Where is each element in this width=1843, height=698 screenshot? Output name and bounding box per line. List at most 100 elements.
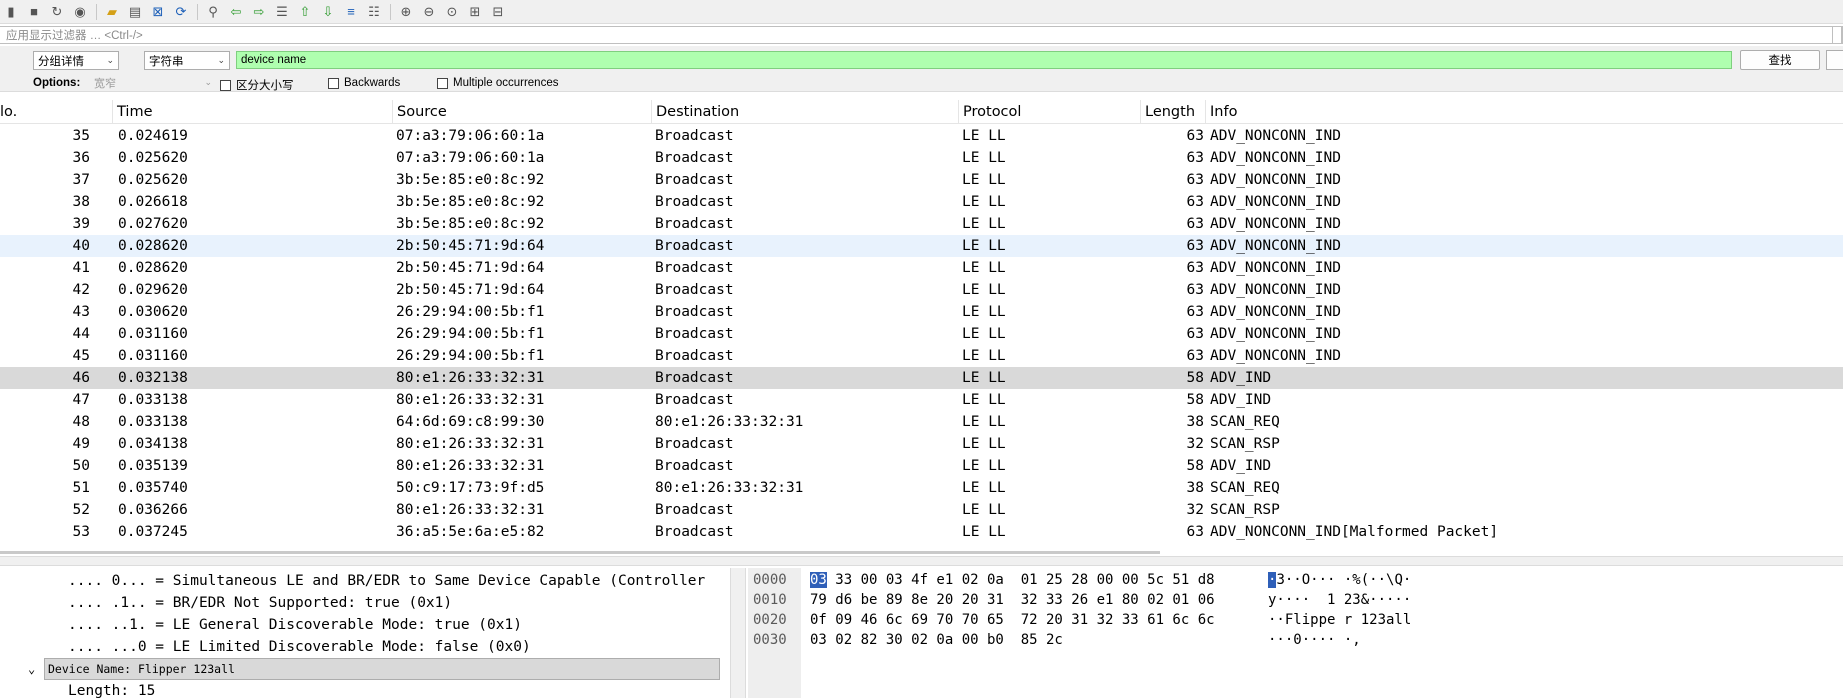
column-header-info[interactable]: Info bbox=[1206, 100, 1843, 124]
go-last-icon[interactable]: ⇩ bbox=[317, 2, 339, 22]
open-file-icon[interactable]: ▰ bbox=[101, 2, 123, 22]
find-button[interactable]: 查找 bbox=[1740, 50, 1820, 70]
packet-cell-protocol: LE LL bbox=[962, 238, 1006, 254]
start-capture-icon[interactable]: ▮ bbox=[0, 2, 22, 22]
column-header-time[interactable]: Time bbox=[113, 100, 393, 124]
detail-row[interactable]: .... 0... = Simultaneous LE and BR/EDR t… bbox=[0, 570, 724, 592]
packet-row[interactable]: 41 0.028620 2b:50:45:71:9d:64 Broadcast LE L… bbox=[0, 257, 1843, 279]
display-filter-input[interactable]: 应用显示过滤器 … <Ctrl-/> bbox=[0, 26, 1843, 44]
packet-cell-protocol: LE LL bbox=[962, 436, 1006, 452]
packet-row[interactable]: 40 0.028620 2b:50:45:71:9d:64 Broadcast LE L… bbox=[0, 235, 1843, 257]
packet-row[interactable]: 52 0.036266 80:e1:26:33:32:31 Broadcast LE L… bbox=[0, 499, 1843, 521]
autoscroll-icon[interactable]: ≡ bbox=[340, 2, 362, 22]
detail-row[interactable]: .... .1.. = BR/EDR Not Supported: true (… bbox=[0, 592, 724, 614]
bytes-hex-row[interactable]: 79 d6 be 89 8e 20 20 31 32 33 26 e1 80 0… bbox=[810, 590, 1215, 610]
zoom-in-icon[interactable]: ⊕ bbox=[395, 2, 417, 22]
packet-row[interactable]: 49 0.034138 80:e1:26:33:32:31 Broadcast LE L… bbox=[0, 433, 1843, 455]
stop-capture-icon[interactable]: ■ bbox=[23, 2, 45, 22]
packet-row[interactable]: 48 0.033138 64:6d:69:c8:99:30 80:e1:26:33:3… bbox=[0, 411, 1843, 433]
find-string-input[interactable]: device name bbox=[236, 51, 1732, 69]
column-header-destination[interactable]: Destination bbox=[652, 100, 959, 124]
multiple-occurrences-checkbox[interactable]: Multiple occurrences bbox=[437, 77, 558, 89]
close-file-icon[interactable]: ⊠ bbox=[147, 2, 169, 22]
go-to-packet-icon[interactable]: ☰ bbox=[271, 2, 293, 22]
packet-cell-no: 36 bbox=[72, 150, 90, 166]
bytes-ascii-row[interactable]: ···0···· ·, bbox=[1268, 630, 1361, 650]
reload-file-icon[interactable]: ⟳ bbox=[170, 2, 192, 22]
search-type-select[interactable]: 字符串 ⌄ bbox=[144, 51, 230, 70]
packet-cell-protocol: LE LL bbox=[962, 524, 1006, 540]
bytes-ascii-row[interactable]: ··Flippe r 123all bbox=[1268, 610, 1411, 630]
checkbox-box bbox=[437, 77, 448, 89]
backwards-checkbox[interactable]: Backwards bbox=[328, 77, 400, 89]
cancel-find-button[interactable] bbox=[1826, 50, 1843, 70]
packet-row[interactable]: 46 0.032138 80:e1:26:33:32:31 Broadcast LE L… bbox=[0, 367, 1843, 389]
column-header-no[interactable]: lo. bbox=[0, 100, 113, 124]
packet-cell-info: ADV_NONCONN_IND bbox=[1210, 304, 1341, 320]
packet-row[interactable]: 39 0.027620 3b:5e:85:e0:8c:92 Broadcast LE L… bbox=[0, 213, 1843, 235]
packet-cell-destination: Broadcast bbox=[655, 282, 734, 298]
packet-row[interactable]: 47 0.033138 80:e1:26:33:32:31 Broadcast LE L… bbox=[0, 389, 1843, 411]
pane-splitter[interactable] bbox=[0, 556, 1843, 566]
column-header-protocol[interactable]: Protocol bbox=[959, 100, 1141, 124]
colorize-icon[interactable]: ☷ bbox=[363, 2, 385, 22]
packet-cell-length: 38 bbox=[1186, 414, 1204, 430]
bytes-hex-row[interactable]: 0f 09 46 6c 69 70 70 65 72 20 31 32 33 6… bbox=[810, 610, 1215, 630]
packet-cell-info: ADV_NONCONN_IND bbox=[1210, 326, 1341, 342]
details-bytes-splitter[interactable] bbox=[730, 568, 746, 698]
zoom-normal-icon[interactable]: ⊙ bbox=[441, 2, 463, 22]
bytes-ascii-row[interactable]: ·3··O··· ·%(··\Q· bbox=[1268, 570, 1411, 590]
packet-row[interactable]: 36 0.025620 07:a3:79:06:60:1a Broadcast LE L… bbox=[0, 147, 1843, 169]
resize-columns-icon[interactable]: ⊞ bbox=[464, 2, 486, 22]
go-forward-icon[interactable]: ⇨ bbox=[248, 2, 270, 22]
hex-byte-highlight: 03 bbox=[810, 572, 827, 588]
chevron-down-icon[interactable]: ⌄ bbox=[28, 658, 35, 680]
case-sensitive-checkbox[interactable]: 区分大小写 bbox=[220, 77, 294, 93]
detail-row[interactable]: .... ..1. = LE General Discoverable Mode… bbox=[0, 614, 724, 636]
packet-cell-length: 63 bbox=[1186, 150, 1204, 166]
packet-cell-no: 46 bbox=[72, 370, 90, 386]
resize-layout-icon[interactable]: ⊟ bbox=[487, 2, 509, 22]
packet-row[interactable]: 37 0.025620 3b:5e:85:e0:8c:92 Broadcast LE L… bbox=[0, 169, 1843, 191]
packet-cell-time: 0.031160 bbox=[118, 326, 188, 342]
detail-row[interactable]: Length: 15 bbox=[0, 680, 724, 698]
packet-row[interactable]: 45 0.031160 26:29:94:00:5b:f1 Broadcast LE L… bbox=[0, 345, 1843, 367]
charset-select[interactable]: 宽窄 ⌄ bbox=[92, 75, 214, 91]
column-header-source[interactable]: Source bbox=[393, 100, 652, 124]
bytes-ascii-row[interactable]: y···· 1 23&····· bbox=[1268, 590, 1411, 610]
packet-row[interactable]: 44 0.031160 26:29:94:00:5b:f1 Broadcast LE L… bbox=[0, 323, 1843, 345]
go-back-icon[interactable]: ⇦ bbox=[225, 2, 247, 22]
packet-list-hscrollbar[interactable] bbox=[0, 551, 1160, 554]
packet-row[interactable]: 38 0.026618 3b:5e:85:e0:8c:92 Broadcast LE L… bbox=[0, 191, 1843, 213]
go-first-icon[interactable]: ⇧ bbox=[294, 2, 316, 22]
detail-text: Device Name: Flipper 123all bbox=[48, 662, 235, 676]
packet-row[interactable]: 51 0.035740 50:c9:17:73:9f:d5 80:e1:26:33:3… bbox=[0, 477, 1843, 499]
packet-cell-length: 63 bbox=[1186, 348, 1204, 364]
packet-row[interactable]: 42 0.029620 2b:50:45:71:9d:64 Broadcast LE L… bbox=[0, 279, 1843, 301]
packet-row[interactable]: 43 0.030620 26:29:94:00:5b:f1 Broadcast LE L… bbox=[0, 301, 1843, 323]
packet-cell-destination: Broadcast bbox=[655, 524, 734, 540]
packet-cell-protocol: LE LL bbox=[962, 348, 1006, 364]
save-file-icon[interactable]: ▤ bbox=[124, 2, 146, 22]
packet-cell-no: 39 bbox=[72, 216, 90, 232]
detail-row[interactable]: .... ...0 = LE Limited Discoverable Mode… bbox=[0, 636, 724, 658]
packet-cell-source: 36:a5:5e:6a:e5:82 bbox=[396, 524, 545, 540]
detail-row-device-name[interactable]: Device Name: Flipper 123all bbox=[44, 658, 720, 680]
packet-cell-length: 38 bbox=[1186, 480, 1204, 496]
filter-bookmark-button[interactable] bbox=[1832, 26, 1842, 44]
find-packet-icon[interactable]: ⚲ bbox=[202, 2, 224, 22]
column-header-length[interactable]: Length bbox=[1141, 100, 1206, 124]
packet-cell-source: 26:29:94:00:5b:f1 bbox=[396, 326, 545, 342]
packet-cell-source: 07:a3:79:06:60:1a bbox=[396, 150, 545, 166]
bytes-hex-row[interactable]: 03 02 82 30 02 0a 00 b0 85 2c bbox=[810, 630, 1063, 650]
packet-cell-length: 58 bbox=[1186, 458, 1204, 474]
capture-options-icon[interactable]: ◉ bbox=[69, 2, 91, 22]
packet-row[interactable]: 35 0.024619 07:a3:79:06:60:1a Broadcast LE L… bbox=[0, 125, 1843, 147]
packet-row[interactable]: 53 0.037245 36:a5:5e:6a:e5:82 Broadcast LE L… bbox=[0, 521, 1843, 543]
packet-row[interactable]: 50 0.035139 80:e1:26:33:32:31 Broadcast LE L… bbox=[0, 455, 1843, 477]
packet-cell-destination: Broadcast bbox=[655, 260, 734, 276]
restart-capture-icon[interactable]: ↻ bbox=[46, 2, 68, 22]
zoom-out-icon[interactable]: ⊖ bbox=[418, 2, 440, 22]
bytes-hex-row[interactable]: 03 33 00 03 4f e1 02 0a 01 25 28 00 00 5… bbox=[810, 570, 1215, 590]
search-in-select[interactable]: 分组详情 ⌄ bbox=[33, 51, 119, 70]
